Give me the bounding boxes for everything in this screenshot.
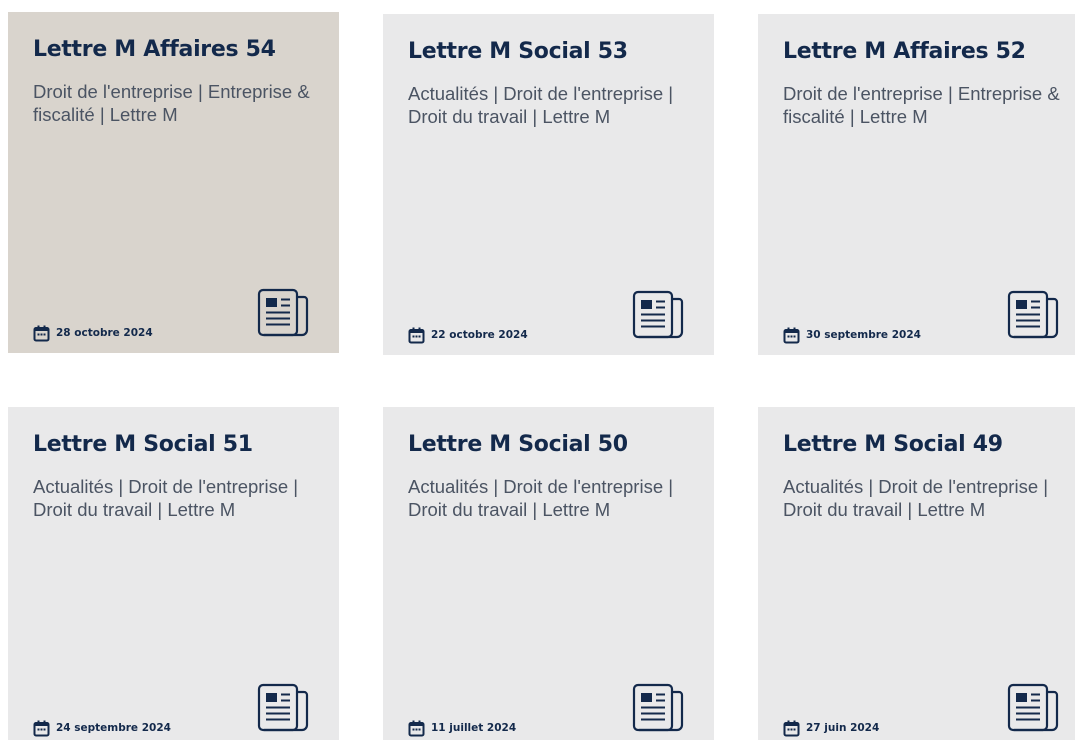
calendar-icon [408, 720, 425, 736]
card-date-text: 24 septembre 2024 [56, 722, 171, 734]
card-title[interactable]: Lettre M Affaires 54 [33, 37, 276, 62]
card-tags: Actualités | Droit de l'entreprise | Dro… [783, 476, 1049, 520]
calendar-icon [408, 327, 425, 343]
newspaper-icon [257, 288, 309, 337]
card-date: 27 juin 2024 [783, 718, 879, 738]
newspaper-icon [632, 290, 684, 339]
newspaper-icon [1007, 290, 1059, 339]
card-title[interactable]: Lettre M Social 49 [783, 432, 1003, 457]
card-title[interactable]: Lettre M Social 53 [408, 39, 628, 64]
article-card[interactable]: Lettre M Social 53 Actualités | Droit de… [383, 14, 714, 355]
card-tags: Droit de l'entreprise | Entreprise & fis… [33, 81, 310, 125]
calendar-icon [783, 720, 800, 736]
card-date-text: 11 juillet 2024 [431, 722, 517, 734]
card-date: 28 octobre 2024 [33, 323, 153, 343]
article-card[interactable]: Lettre M Affaires 52 Droit de l'entrepri… [758, 14, 1075, 355]
card-date: 22 octobre 2024 [408, 325, 528, 345]
card-title[interactable]: Lettre M Social 51 [33, 432, 253, 457]
card-date: 30 septembre 2024 [783, 325, 921, 345]
newspaper-icon [632, 683, 684, 732]
article-card[interactable]: Lettre M Social 51 Actualités | Droit de… [8, 407, 339, 740]
card-title[interactable]: Lettre M Affaires 52 [783, 39, 1026, 64]
card-date: 24 septembre 2024 [33, 718, 171, 738]
article-card[interactable]: Lettre M Social 50 Actualités | Droit de… [383, 407, 714, 740]
card-date-text: 28 octobre 2024 [56, 327, 153, 339]
newspaper-icon [1007, 683, 1059, 732]
calendar-icon [33, 325, 50, 341]
newspaper-icon [257, 683, 309, 732]
card-date: 11 juillet 2024 [408, 718, 516, 738]
card-tags: Droit de l'entreprise | Entreprise & fis… [783, 83, 1060, 127]
article-card[interactable]: Lettre M Affaires 54 Droit de l'entrepri… [8, 12, 339, 353]
calendar-icon [783, 327, 800, 343]
card-tags: Actualités | Droit de l'entreprise | Dro… [33, 476, 299, 520]
card-date-text: 22 octobre 2024 [431, 329, 528, 341]
card-tags: Actualités | Droit de l'entreprise | Dro… [408, 83, 674, 127]
article-card[interactable]: Lettre M Social 49 Actualités | Droit de… [758, 407, 1075, 740]
card-tags: Actualités | Droit de l'entreprise | Dro… [408, 476, 674, 520]
card-title[interactable]: Lettre M Social 50 [408, 432, 628, 457]
card-date-text: 27 juin 2024 [806, 722, 880, 734]
calendar-icon [33, 720, 50, 736]
card-date-text: 30 septembre 2024 [806, 329, 921, 341]
